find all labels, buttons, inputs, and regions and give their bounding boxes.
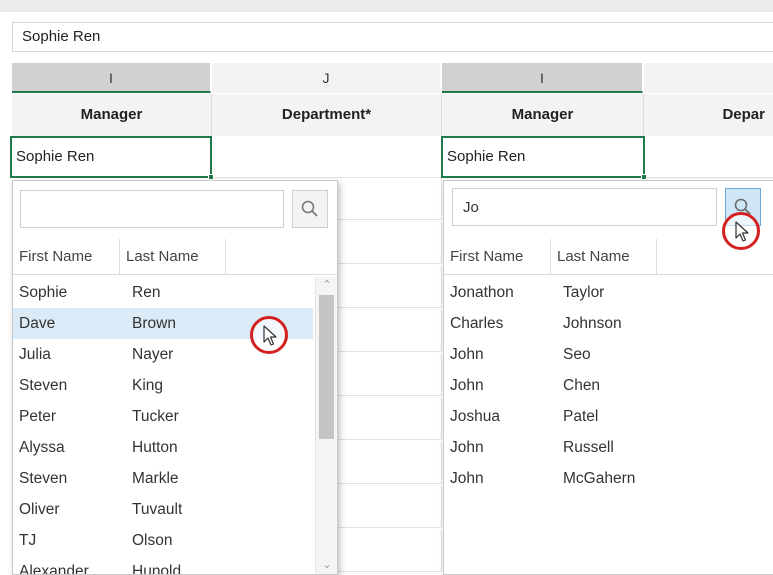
last-name-cell: Brown bbox=[132, 315, 176, 332]
list-item[interactable]: Steven Markle bbox=[13, 463, 313, 494]
grid-cell[interactable] bbox=[338, 354, 442, 396]
column-header-i-left[interactable]: I bbox=[12, 63, 211, 93]
list-item[interactable]: Charles Johnson bbox=[444, 308, 773, 339]
first-name-cell: Alyssa bbox=[19, 439, 65, 456]
manager-lookup-dropdown: First Name Last Name Sophie Ren Dave Brown… bbox=[12, 180, 338, 575]
grid-cell[interactable] bbox=[338, 266, 442, 308]
last-name-cell: Tuvault bbox=[132, 501, 183, 518]
first-name-cell: Alexander bbox=[19, 563, 89, 575]
lookup-search-button[interactable] bbox=[292, 190, 328, 228]
window-top-strip bbox=[0, 0, 773, 12]
grid-cell[interactable] bbox=[212, 136, 442, 178]
field-header-department: Department* bbox=[212, 94, 442, 136]
field-header-department-right: Depar bbox=[644, 94, 773, 136]
search-icon bbox=[301, 200, 318, 217]
column-first-name[interactable]: First Name bbox=[13, 239, 120, 274]
first-name-cell: Dave bbox=[19, 315, 56, 332]
last-name-cell: Olson bbox=[132, 532, 173, 549]
last-name-cell: Nayer bbox=[132, 346, 174, 363]
list-item[interactable]: John Chen bbox=[444, 370, 773, 401]
lookup-search-input[interactable] bbox=[20, 190, 284, 228]
list-item[interactable]: Alexander Hunold bbox=[13, 556, 313, 575]
active-cell-manager[interactable]: Sophie Ren bbox=[10, 136, 214, 180]
mouse-pointer-icon bbox=[263, 325, 277, 346]
column-header-i-right[interactable]: I bbox=[442, 63, 643, 93]
grid-cell[interactable] bbox=[338, 222, 442, 264]
lookup-list-header: First Name Last Name bbox=[444, 239, 773, 275]
first-name-cell: Sophie bbox=[19, 284, 68, 301]
lookup-list-header: First Name Last Name bbox=[13, 239, 337, 275]
list-item[interactable]: Peter Tucker bbox=[13, 401, 313, 432]
grid-cell[interactable] bbox=[338, 486, 442, 528]
last-name-cell: Ren bbox=[132, 284, 161, 301]
last-name-cell: McGahern bbox=[563, 470, 636, 487]
grid-cell[interactable] bbox=[338, 178, 442, 220]
list-item[interactable]: Steven King bbox=[13, 370, 313, 401]
last-name-cell: Johnson bbox=[563, 315, 622, 332]
last-name-cell: Russell bbox=[563, 439, 614, 456]
last-name-cell: Patel bbox=[563, 408, 599, 425]
first-name-cell: Charles bbox=[450, 315, 504, 332]
first-name-cell: TJ bbox=[19, 532, 37, 549]
active-cell-value: Sophie Ren bbox=[447, 148, 526, 165]
first-name-cell: Jonathon bbox=[450, 284, 514, 301]
last-name-cell: Tucker bbox=[132, 408, 179, 425]
list-item[interactable]: John Seo bbox=[444, 339, 773, 370]
grid-cell[interactable] bbox=[338, 442, 442, 484]
last-name-cell: Chen bbox=[563, 377, 601, 394]
field-header-manager-right: Manager bbox=[442, 94, 644, 136]
chevron-down-icon[interactable]: ⌄ bbox=[316, 557, 337, 573]
column-header-blank bbox=[644, 63, 773, 93]
first-name-cell: Steven bbox=[19, 377, 68, 394]
first-name-cell: John bbox=[450, 470, 484, 487]
list-item[interactable]: John Russell bbox=[444, 432, 773, 463]
list-item[interactable]: Alyssa Hutton bbox=[13, 432, 313, 463]
field-header-manager: Manager bbox=[12, 94, 212, 136]
last-name-cell: Hutton bbox=[132, 439, 178, 456]
last-name-cell: Markle bbox=[132, 470, 179, 487]
first-name-cell: John bbox=[450, 346, 484, 363]
last-name-cell: Seo bbox=[563, 346, 591, 363]
list-item[interactable]: John McGahern bbox=[444, 463, 773, 494]
first-name-cell: Oliver bbox=[19, 501, 60, 518]
grid-cell[interactable] bbox=[338, 530, 442, 572]
list-item[interactable]: TJ Olson bbox=[13, 525, 313, 556]
formula-bar[interactable]: Sophie Ren bbox=[12, 22, 773, 52]
last-name-cell: Taylor bbox=[563, 284, 605, 301]
list-item[interactable]: Jonathon Taylor bbox=[444, 277, 773, 308]
mouse-pointer-icon bbox=[735, 221, 749, 242]
active-cell-value: Sophie Ren bbox=[16, 148, 95, 165]
active-cell-manager-right[interactable]: Sophie Ren bbox=[441, 136, 647, 180]
cursor-highlight bbox=[250, 316, 288, 354]
first-name-cell: Peter bbox=[19, 408, 57, 425]
list-scrollbar[interactable]: ⌃ ⌄ bbox=[315, 277, 337, 574]
column-last-name[interactable]: Last Name bbox=[120, 239, 226, 274]
list-item[interactable]: Sophie Ren bbox=[13, 277, 313, 308]
last-name-cell: Hunold bbox=[132, 563, 182, 575]
lookup-search-input[interactable] bbox=[452, 188, 717, 226]
last-name-cell: King bbox=[132, 377, 164, 394]
list-item[interactable]: Joshua Patel bbox=[444, 401, 773, 432]
grid-cell[interactable] bbox=[644, 136, 773, 178]
list-item[interactable]: Oliver Tuvault bbox=[13, 494, 313, 525]
column-header-j[interactable]: J bbox=[212, 63, 441, 93]
first-name-cell: Steven bbox=[19, 470, 68, 487]
first-name-cell: Joshua bbox=[450, 408, 500, 425]
column-first-name[interactable]: First Name bbox=[444, 239, 551, 274]
cursor-highlight bbox=[722, 212, 760, 250]
column-last-name[interactable]: Last Name bbox=[551, 239, 657, 274]
grid-cell[interactable] bbox=[338, 310, 442, 352]
first-name-cell: John bbox=[450, 377, 484, 394]
first-name-cell: John bbox=[450, 439, 484, 456]
scrollbar-thumb[interactable] bbox=[319, 295, 334, 439]
grid-cell[interactable] bbox=[338, 398, 442, 440]
chevron-up-icon[interactable]: ⌃ bbox=[316, 277, 337, 293]
first-name-cell: Julia bbox=[19, 346, 51, 363]
